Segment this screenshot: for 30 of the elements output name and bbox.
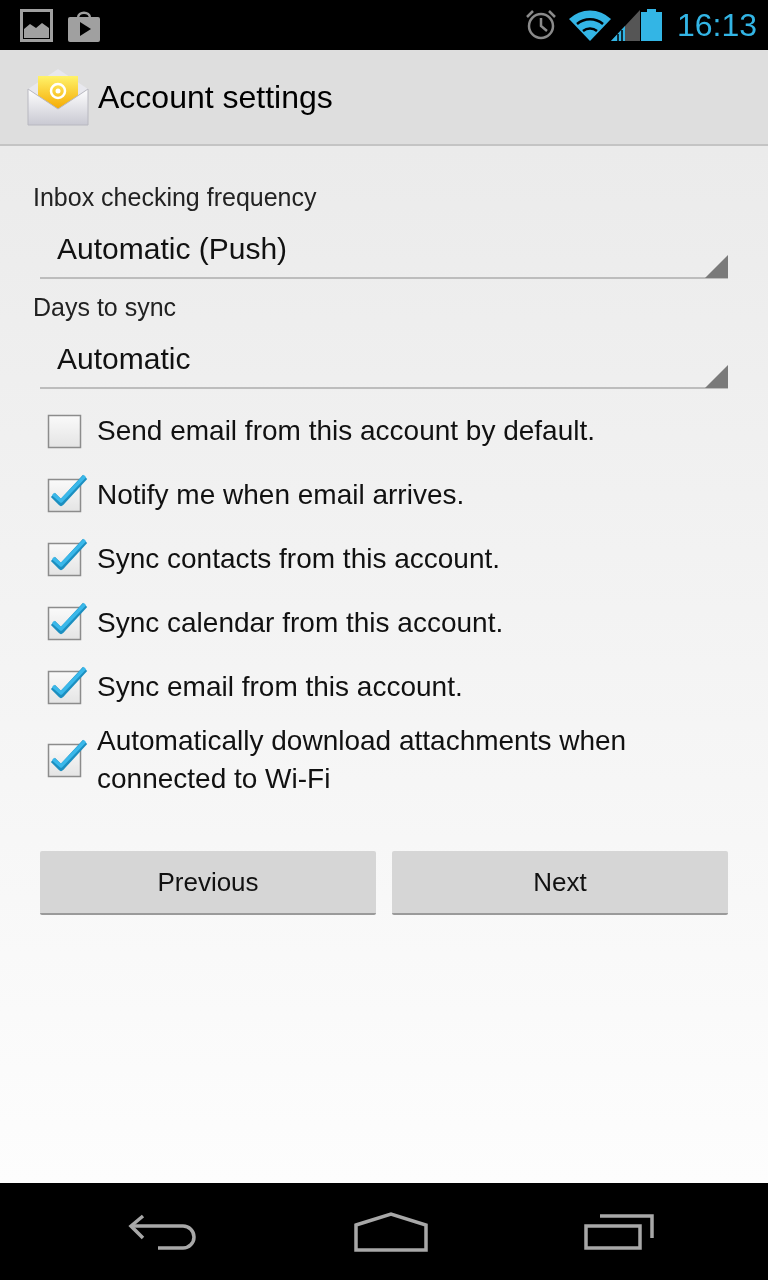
clock-time: 16:13 bbox=[676, 9, 757, 41]
dropdown-spinner[interactable]: Automatic (Push) bbox=[40, 213, 728, 279]
checkbox-label[interactable]: Send email from this account by default. bbox=[97, 412, 596, 450]
checkbox-label[interactable]: Sync email from this account. bbox=[97, 668, 463, 706]
setting-label: Inbox checking frequency bbox=[32, 182, 318, 213]
screen-title: Account settings bbox=[98, 81, 333, 113]
home-icon[interactable] bbox=[354, 1211, 428, 1252]
checkbox[interactable] bbox=[47, 537, 89, 577]
nav-button[interactable]: Next bbox=[392, 851, 728, 915]
alarm-clock-icon bbox=[524, 9, 557, 41]
battery-icon bbox=[640, 9, 662, 41]
checkbox[interactable] bbox=[47, 665, 89, 705]
dropdown-spinner[interactable]: Automatic bbox=[40, 323, 728, 389]
checkbox[interactable] bbox=[47, 601, 89, 641]
signal-icon bbox=[610, 9, 640, 41]
dropdown-triangle-icon bbox=[705, 365, 728, 388]
checkbox-label[interactable]: Sync contacts from this account. bbox=[97, 540, 501, 578]
checkbox[interactable] bbox=[47, 738, 89, 778]
dropdown-triangle-icon bbox=[705, 255, 728, 278]
setting-label: Days to sync bbox=[32, 292, 178, 323]
back-icon[interactable] bbox=[128, 1213, 196, 1250]
checkbox-label[interactable]: Notify me when email arrives. bbox=[97, 476, 465, 514]
recent-apps-icon[interactable] bbox=[584, 1213, 654, 1250]
checkbox[interactable] bbox=[47, 413, 82, 449]
email-app-icon bbox=[26, 67, 90, 127]
checkbox-label[interactable]: Sync calendar from this account. bbox=[97, 604, 504, 642]
gallery-icon bbox=[20, 8, 53, 42]
checkbox-label[interactable]: Automatically download attachments when connected to Wi-Fi bbox=[97, 722, 728, 798]
checkbox[interactable] bbox=[47, 473, 89, 513]
nav-button[interactable]: Previous bbox=[40, 851, 376, 915]
